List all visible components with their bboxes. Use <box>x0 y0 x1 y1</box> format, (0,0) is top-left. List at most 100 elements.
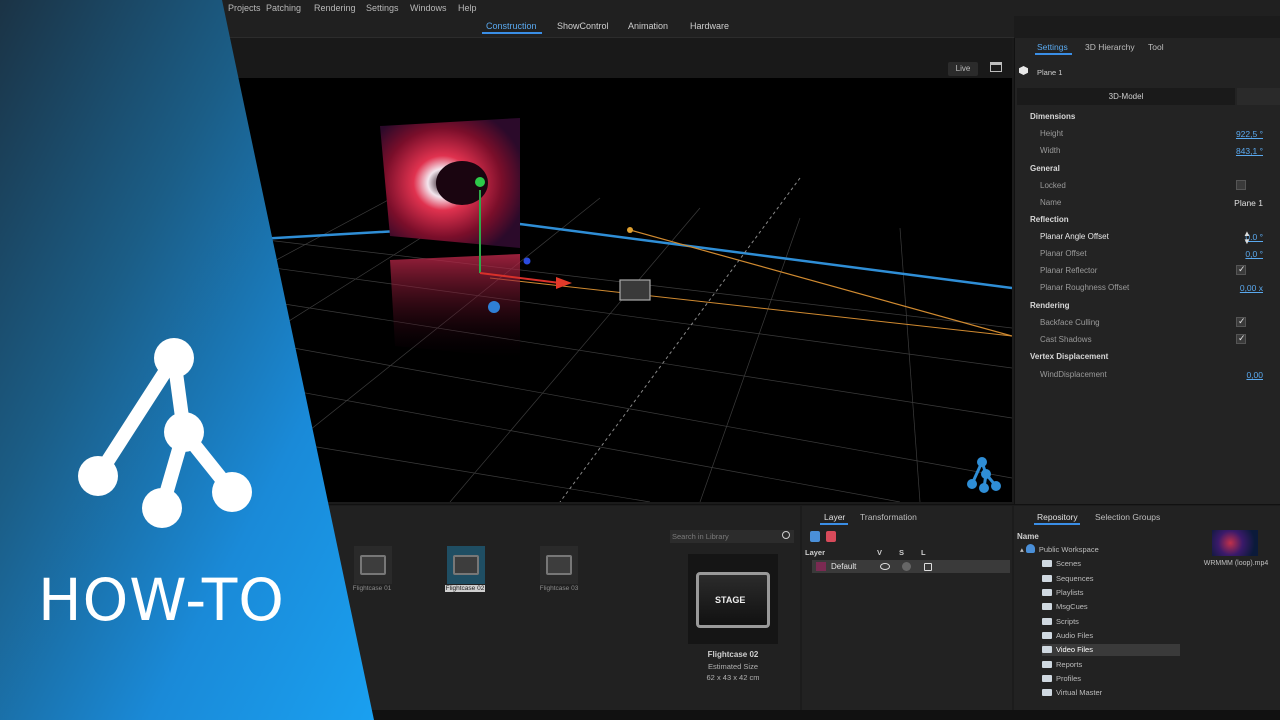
folder-icon <box>1042 689 1052 696</box>
tab-3d-hierarchy[interactable]: 3D Hierarchy <box>1085 42 1135 52</box>
folder-label: Scenes <box>1056 559 1082 568</box>
folder-icon <box>1042 632 1052 639</box>
cube-icon <box>1019 66 1028 75</box>
library-item-label-selected[interactable]: Flightcase 02 <box>445 585 485 592</box>
folder-icon <box>1042 560 1052 567</box>
folder-label: Reports <box>1056 660 1083 669</box>
preview-size-label: Estimated Size <box>707 662 759 671</box>
name-column-header: Name <box>1017 532 1039 541</box>
spinner-icon[interactable]: ▲ ▼ <box>1241 230 1253 246</box>
library-item-label[interactable]: Flightcase 03 <box>532 585 586 592</box>
tab-repository[interactable]: Repository <box>1037 512 1078 522</box>
planar-roughness-label: Planar Roughness Offset <box>1040 283 1130 292</box>
tree-root[interactable]: ▴ Public Workspace <box>1020 544 1099 556</box>
tab-selection-groups[interactable]: Selection Groups <box>1095 512 1160 522</box>
tree-root-label: Public Workspace <box>1038 545 1099 554</box>
tree-folder-audio-files[interactable]: Audio Files <box>1042 630 1180 642</box>
tree-folder-reports[interactable]: Reports <box>1042 659 1180 671</box>
tab-transformation[interactable]: Transformation <box>860 512 917 522</box>
fullscreen-icon[interactable] <box>990 62 1002 72</box>
folder-label: Audio Files <box>1056 631 1094 640</box>
video-file-thumbnail[interactable] <box>1212 530 1258 556</box>
tab-layer[interactable]: Layer <box>824 512 845 522</box>
library-item-thumb[interactable] <box>540 546 578 584</box>
folder-label: Scripts <box>1056 617 1079 626</box>
lock-col-header: L <box>921 548 926 557</box>
flightcase-icon <box>546 555 572 575</box>
lock-icon[interactable] <box>924 563 932 571</box>
tree-folder-scripts[interactable]: Scripts <box>1042 616 1180 628</box>
tree-folder-video-files[interactable]: Video Files <box>1042 644 1180 656</box>
eye-icon[interactable] <box>880 563 890 570</box>
folder-icon <box>1042 618 1052 625</box>
mode-animation[interactable]: Animation <box>628 21 668 31</box>
tree-folder-playlists[interactable]: Playlists <box>1042 587 1180 599</box>
library-search-input[interactable]: Search in Library <box>670 530 794 543</box>
locked-label: Locked <box>1040 181 1066 190</box>
axis-orange-2 <box>489 277 1012 337</box>
case-logo-text: STAGE <box>715 595 746 605</box>
layer-row[interactable]: Default <box>812 560 1010 573</box>
cast-shadows-checkbox[interactable] <box>1236 333 1246 344</box>
width-label: Width <box>1040 146 1061 155</box>
height-label: Height <box>1040 129 1064 138</box>
locked-checkbox[interactable] <box>1236 180 1246 190</box>
backface-checkbox[interactable] <box>1236 316 1246 327</box>
gizmo-z-handle <box>523 257 531 265</box>
flightcase-preview-image: STAGE <box>696 572 770 628</box>
properties-panel: Settings 3D Hierarchy Tool Plane 1 3D-Mo… <box>1014 38 1280 504</box>
folder-icon <box>1042 603 1052 610</box>
height-value[interactable]: 922,5 ° <box>1236 129 1263 139</box>
tree-folder-sequences[interactable]: Sequences <box>1042 573 1180 585</box>
folder-label: Profiles <box>1056 674 1082 683</box>
layer-color-swatch[interactable] <box>816 562 826 571</box>
wind-value[interactable]: 0,00 <box>1246 370 1263 380</box>
3d-model-button[interactable]: 3D-Model <box>1017 88 1235 105</box>
orange-handle <box>627 227 633 233</box>
tree-folder-msgcues[interactable]: MsgCues <box>1042 601 1180 613</box>
planar-reflector-label: Planar Reflector <box>1040 266 1098 275</box>
wind-label: WindDisplacement <box>1040 370 1107 379</box>
planar-roughness-value[interactable]: 0,00 x <box>1240 283 1263 293</box>
mode-construction[interactable]: Construction <box>486 21 537 31</box>
screen-reflection <box>390 254 520 358</box>
section-vertex-displacement[interactable]: Vertex Displacement <box>1030 352 1108 361</box>
howto-title: HOW-TO <box>38 566 285 634</box>
tree-folder-scenes[interactable]: Scenes <box>1042 558 1180 570</box>
add-layer-icon[interactable] <box>810 531 820 542</box>
library-item-thumb-selected[interactable] <box>447 546 485 584</box>
mode-showcontrol[interactable]: ShowControl <box>557 21 609 31</box>
name-label: Name <box>1040 198 1062 207</box>
menu-windows[interactable]: Windows <box>410 3 447 13</box>
section-dimensions[interactable]: Dimensions <box>1030 112 1075 121</box>
section-reflection[interactable]: Reflection <box>1030 215 1069 224</box>
folder-label: Virtual Master <box>1056 688 1103 697</box>
flightcase-icon <box>453 555 479 575</box>
object-name: Plane 1 <box>1037 68 1063 77</box>
layer-name[interactable]: Default <box>831 562 856 571</box>
folder-icon <box>1042 646 1052 653</box>
menu-help[interactable]: Help <box>458 3 477 13</box>
name-value[interactable]: Plane 1 <box>1234 198 1263 208</box>
mode-hardware[interactable]: Hardware <box>690 21 729 31</box>
tab-settings[interactable]: Settings <box>1037 42 1068 52</box>
planar-angle-label: Planar Angle Offset <box>1040 232 1109 241</box>
tree-folder-virtual-master[interactable]: Virtual Master <box>1042 687 1180 699</box>
tree-folder-profiles[interactable]: Profiles <box>1042 673 1180 685</box>
remove-layer-icon[interactable] <box>826 531 836 542</box>
section-rendering[interactable]: Rendering <box>1030 301 1070 310</box>
search-icon[interactable] <box>782 531 790 539</box>
layer-header: Layer V S L <box>804 548 1010 558</box>
video-file-label[interactable]: WRMMM (loop).mp4 <box>1196 560 1276 567</box>
width-value[interactable]: 843,1 ° <box>1236 146 1263 156</box>
planar-reflector-checkbox[interactable] <box>1236 264 1246 275</box>
solo-icon[interactable] <box>902 562 911 571</box>
tab-tool[interactable]: Tool <box>1148 42 1164 52</box>
planar-offset-value[interactable]: 0,0 ° <box>1245 249 1263 259</box>
live-button[interactable]: Live <box>948 62 978 76</box>
folder-label: Playlists <box>1056 588 1084 597</box>
axis-dashed <box>559 177 801 502</box>
secondary-tab[interactable] <box>1237 88 1280 105</box>
repository-tab-underline <box>1034 523 1080 525</box>
section-general[interactable]: General <box>1030 164 1060 173</box>
